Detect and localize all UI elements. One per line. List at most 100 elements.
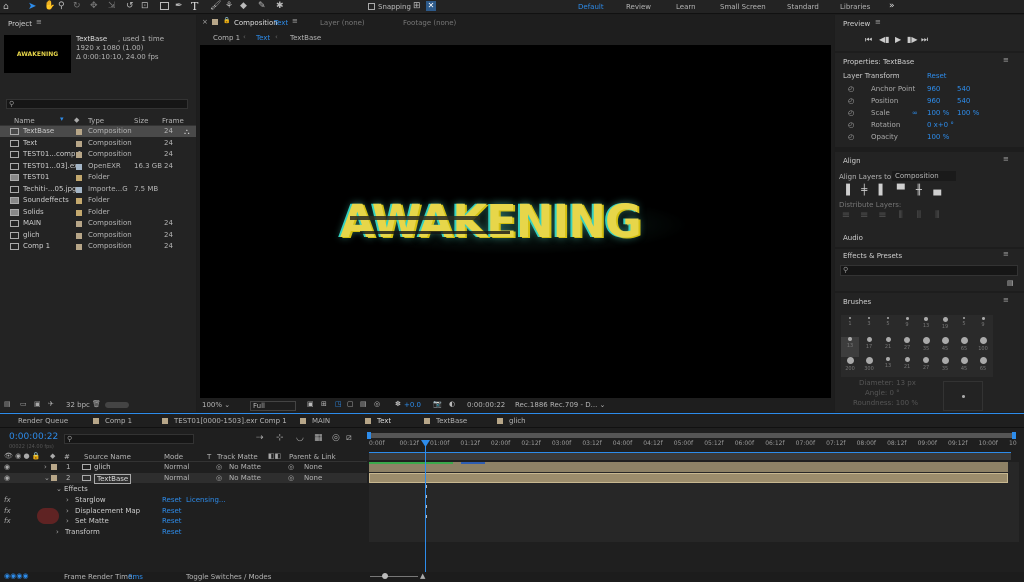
align-left-icon[interactable]: ▐: [840, 185, 852, 197]
twirl-icon[interactable]: ›: [44, 462, 47, 472]
brush-tip[interactable]: 27: [898, 337, 916, 357]
workspace-libraries[interactable]: Libraries: [840, 3, 870, 11]
brush-tip[interactable]: 27: [917, 357, 935, 377]
dolly-tool-icon[interactable]: ⇲: [108, 1, 116, 11]
grid-icon[interactable]: ⊞: [321, 400, 327, 408]
brush-tip[interactable]: 5: [879, 317, 897, 337]
layer-bar-textbase[interactable]: [369, 473, 1008, 483]
align-to-dropdown[interactable]: Composition: [892, 171, 956, 181]
twirl-icon[interactable]: ›: [56, 527, 59, 537]
quality-dropdown[interactable]: Full: [250, 401, 296, 411]
col-name[interactable]: Name: [14, 117, 35, 125]
current-timecode[interactable]: 0:00:00:22: [9, 432, 58, 442]
panel-menu-icon[interactable]: ≡: [875, 18, 881, 26]
workspace-standard[interactable]: Standard: [787, 3, 819, 11]
clone-tool-icon[interactable]: ⚘: [225, 1, 233, 11]
label-column-icon[interactable]: ◆: [74, 116, 79, 124]
brush-tip[interactable]: 1: [841, 317, 859, 337]
hand-tool-icon[interactable]: ✋: [44, 1, 55, 11]
show-snapshot-icon[interactable]: ◐: [449, 400, 455, 408]
property-value-2[interactable]: 540: [957, 83, 970, 95]
new-comp-icon[interactable]: ▣: [34, 400, 41, 408]
graph-editor-icon[interactable]: ⧄: [346, 433, 352, 443]
project-item[interactable]: glich Composition 24: [0, 230, 196, 241]
fx-icon[interactable]: fx: [4, 516, 11, 526]
layer-label-swatch[interactable]: [51, 475, 57, 481]
pickwhip-icon[interactable]: ◎: [288, 462, 294, 472]
interpret-footage-icon[interactable]: ▤: [4, 400, 11, 408]
toggle-switches-button[interactable]: Toggle Switches / Modes: [186, 573, 271, 581]
lock-icon[interactable]: 🔒: [223, 17, 230, 24]
work-area-bar[interactable]: [369, 452, 1011, 460]
stopwatch-icon[interactable]: ◴: [848, 83, 854, 95]
panel-menu-icon[interactable]: ≡: [1003, 155, 1009, 163]
project-item[interactable]: TEST01 Folder: [0, 172, 196, 183]
effects-search-input[interactable]: ⚲: [840, 265, 1018, 276]
shy-icon[interactable]: ◡: [296, 433, 304, 443]
timeline-tab[interactable]: TextBase: [424, 417, 467, 425]
brush-tip[interactable]: 21: [879, 337, 897, 357]
brush-tip[interactable]: 65: [974, 357, 992, 377]
home-icon[interactable]: ⌂: [3, 2, 9, 12]
stopwatch-icon[interactable]: ◴: [848, 131, 854, 143]
distribute-hcenter-icon[interactable]: ⦀: [913, 210, 925, 222]
stopwatch-icon[interactable]: ◴: [848, 95, 854, 107]
effect-reset[interactable]: Reset: [162, 495, 182, 505]
project-item[interactable]: Techiti-...05.jpg Importe...G 7.5 MB: [0, 184, 196, 195]
property-value-1[interactable]: 100 %: [927, 131, 949, 143]
fx-icon[interactable]: fx: [4, 506, 11, 516]
selection-tool-icon[interactable]: ➤: [28, 1, 36, 12]
brush-tip[interactable]: 45: [955, 357, 973, 377]
property-value-1[interactable]: 100 %: [927, 107, 949, 119]
brush-tip[interactable]: 9: [898, 317, 916, 337]
track-area[interactable]: [369, 462, 1019, 542]
crumb-text[interactable]: Text: [256, 34, 270, 42]
exposure-value[interactable]: +0.0: [404, 401, 421, 409]
workspace-review[interactable]: Review: [626, 3, 651, 11]
visibility-icon[interactable]: ◉: [4, 462, 10, 472]
effect-licensing[interactable]: Licensing...: [186, 495, 226, 505]
property-value-1[interactable]: 960: [927, 83, 940, 95]
label-swatch[interactable]: [76, 221, 82, 227]
brush-tip[interactable]: 300: [860, 357, 878, 377]
workspace-default[interactable]: Default: [578, 3, 604, 11]
play-icon[interactable]: ▶: [895, 35, 901, 44]
layer-mode[interactable]: Normal: [164, 473, 189, 483]
constrain-link-icon[interactable]: ∞: [912, 107, 918, 119]
brush-tip[interactable]: 200: [841, 357, 859, 377]
tab-layer[interactable]: Layer (none): [320, 19, 365, 27]
tab-footage[interactable]: Footage (none): [403, 19, 456, 27]
new-folder-icon[interactable]: ▭: [20, 400, 27, 408]
snap-features-icon[interactable]: ✕: [426, 1, 436, 11]
layer-track-matte[interactable]: No Matte: [229, 473, 261, 483]
zoom-tool-icon[interactable]: ⚲: [58, 1, 65, 11]
project-item[interactable]: Solids Folder: [0, 207, 196, 218]
visibility-icon[interactable]: ◉: [4, 473, 10, 483]
timeline-tab[interactable]: Text: [365, 417, 391, 425]
label-swatch[interactable]: [76, 198, 82, 204]
roto-tool-icon[interactable]: ✎: [258, 1, 266, 11]
label-swatch[interactable]: [76, 163, 82, 170]
preview-title[interactable]: Preview: [843, 20, 870, 28]
layer-track-matte[interactable]: No Matte: [229, 462, 261, 472]
matte-pickwhip-icon[interactable]: ◎: [216, 473, 222, 483]
first-frame-icon[interactable]: ⏮: [865, 35, 872, 45]
project-panel-title[interactable]: Project: [8, 20, 32, 28]
panel-menu-icon[interactable]: ≡: [1003, 56, 1009, 64]
snapshot-icon[interactable]: 📷: [433, 400, 442, 408]
brush-tip[interactable]: 5: [955, 317, 973, 337]
timeline-tab[interactable]: Render Queue: [18, 417, 68, 425]
label-swatch[interactable]: [76, 186, 82, 193]
property-value-2[interactable]: 540: [957, 95, 970, 107]
brush-tip[interactable]: 19: [936, 317, 954, 337]
effects-title[interactable]: Effects & Presets: [843, 252, 902, 260]
brushes-title[interactable]: Brushes: [843, 298, 871, 306]
brush-tip[interactable]: 35: [936, 357, 954, 377]
prev-frame-icon[interactable]: ◀▮: [879, 35, 890, 44]
distribute-right-icon[interactable]: ⦀: [931, 210, 943, 222]
property-value-2[interactable]: 100 %: [957, 107, 979, 119]
distribute-left-icon[interactable]: ⦀: [895, 210, 907, 222]
channel-icon[interactable]: ◎: [374, 400, 380, 408]
twirl-icon[interactable]: ⌄: [44, 473, 50, 483]
zoom-dropdown[interactable]: 100% ⌄: [202, 401, 230, 409]
